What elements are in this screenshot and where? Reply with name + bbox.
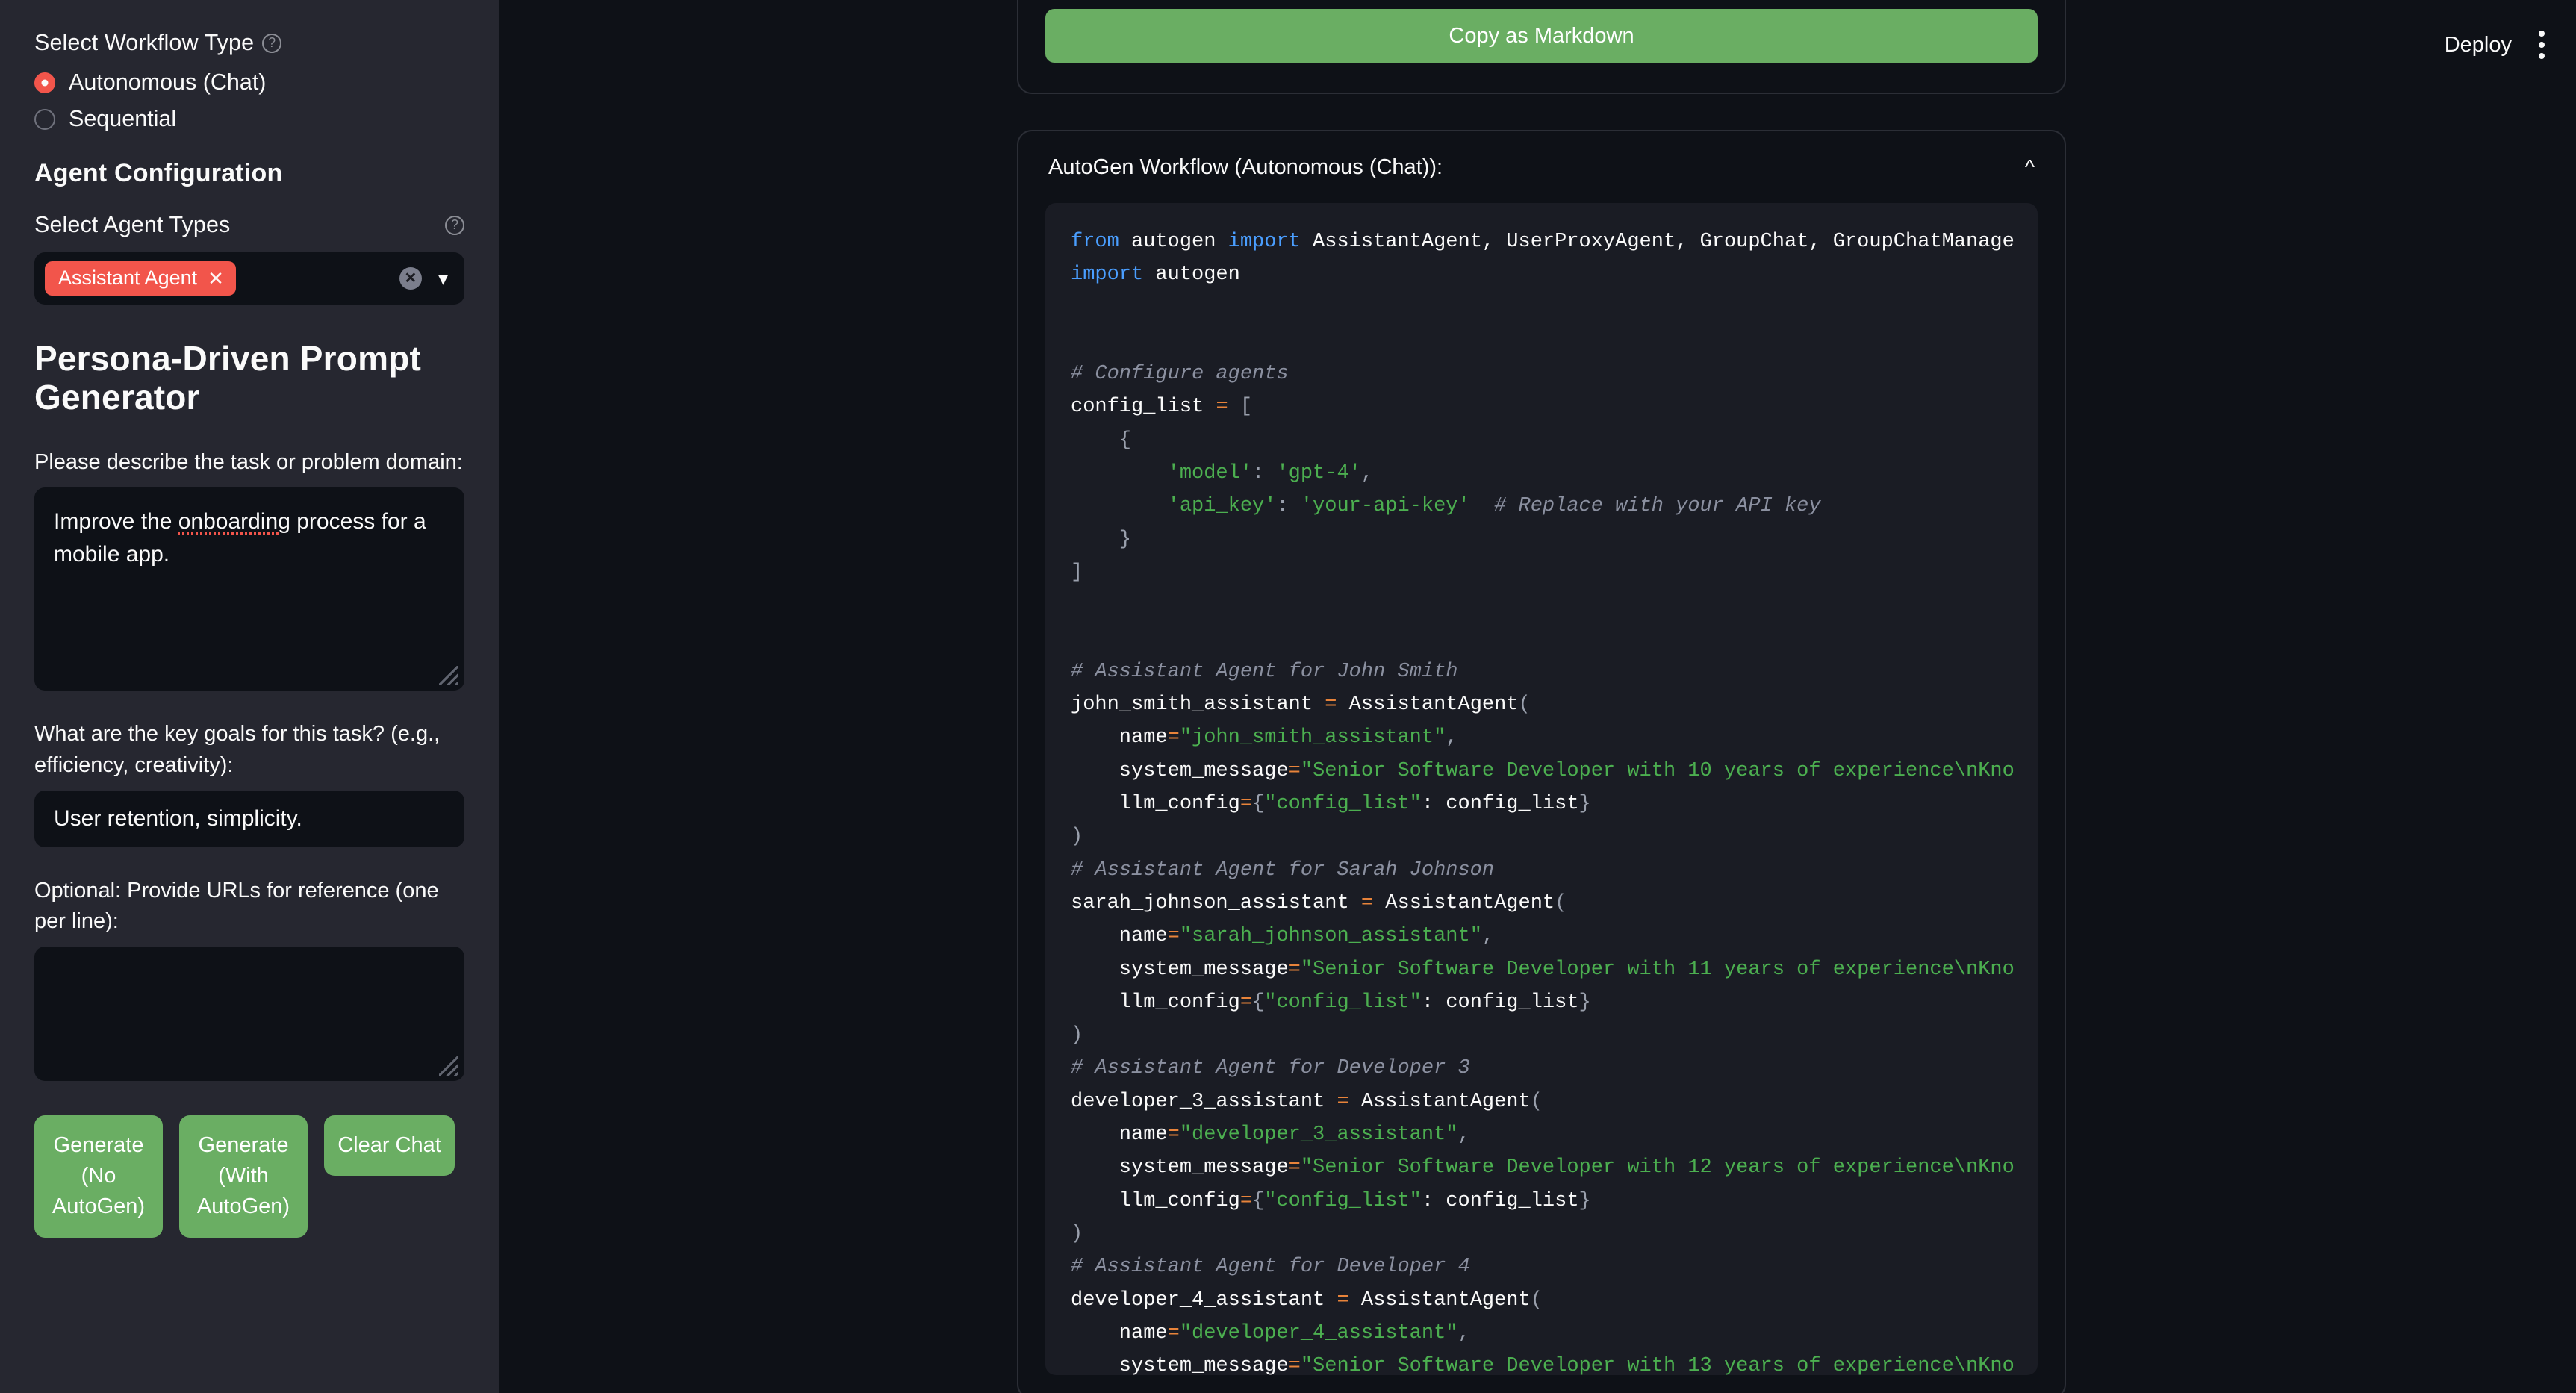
kebab-menu-icon[interactable] <box>2527 20 2557 69</box>
radio-option-sequential[interactable]: Sequential <box>34 106 464 132</box>
agent-types-multiselect[interactable]: Assistant Agent ✕ ✕ ▾ <box>34 252 464 305</box>
question-circle-icon[interactable]: ? <box>262 34 281 53</box>
spacer <box>34 847 464 876</box>
clear-chat-button[interactable]: Clear Chat <box>324 1115 455 1176</box>
urls-textarea[interactable] <box>34 947 464 1081</box>
radio-label-sequential: Sequential <box>69 106 176 132</box>
resize-handle[interactable] <box>439 666 458 685</box>
code-content: from autogen import AssistantAgent, User… <box>1071 225 2038 1375</box>
radio-label-autonomous: Autonomous (Chat) <box>69 69 266 96</box>
spacer <box>34 691 464 719</box>
autogen-workflow-card: AutoGen Workflow (Autonomous (Chat)): ^ … <box>1017 130 2066 1393</box>
task-textarea[interactable]: Improve the onboarding process for a mob… <box>34 487 464 691</box>
chevron-up-icon[interactable]: ^ <box>2025 157 2035 178</box>
generate-with-autogen-button[interactable]: Generate (With AutoGen) <box>179 1115 308 1238</box>
resize-handle[interactable] <box>439 1056 458 1076</box>
copy-markdown-card: Copy as Markdown <box>1017 0 2066 94</box>
copy-as-markdown-button[interactable]: Copy as Markdown <box>1045 9 2038 63</box>
generate-no-autogen-button[interactable]: Generate (No AutoGen) <box>34 1115 163 1238</box>
autogen-workflow-header[interactable]: AutoGen Workflow (Autonomous (Chat)): ^ <box>1045 131 2038 203</box>
page-title: Persona-Driven Prompt Generator <box>34 339 464 418</box>
clear-circle-icon[interactable]: ✕ <box>399 267 422 290</box>
action-buttons-row: Generate (No AutoGen) Generate (With Aut… <box>34 1115 464 1238</box>
radio-dot-selected-icon[interactable] <box>34 72 55 93</box>
content-column: Copy as Markdown AutoGen Workflow (Auton… <box>1017 0 2066 1393</box>
workflow-type-label: Select Workflow Type <box>34 27 254 59</box>
radio-option-autonomous[interactable]: Autonomous (Chat) <box>34 69 464 96</box>
task-textarea-misspelled-word: onboarding <box>178 509 290 534</box>
question-circle-icon[interactable]: ? <box>445 216 464 235</box>
goals-input-value: User retention, simplicity. <box>54 806 302 832</box>
deploy-button[interactable]: Deploy <box>2430 22 2527 68</box>
top-toolbar: Deploy <box>2430 0 2576 90</box>
agent-types-label-row: Select Agent Types ? <box>34 209 464 241</box>
chevron-down-icon[interactable]: ▾ <box>438 269 448 288</box>
workflow-type-radio-group[interactable]: Autonomous (Chat) Sequential <box>34 69 464 132</box>
agent-type-chip[interactable]: Assistant Agent ✕ <box>45 261 236 296</box>
task-field-label: Please describe the task or problem doma… <box>34 447 464 479</box>
code-block[interactable]: from autogen import AssistantAgent, User… <box>1045 203 2038 1375</box>
agent-type-chip-label: Assistant Agent <box>58 267 197 290</box>
task-textarea-value-prefix: Improve the <box>54 509 178 534</box>
autogen-workflow-title: AutoGen Workflow (Autonomous (Chat)): <box>1048 155 1443 180</box>
agent-configuration-heading: Agent Configuration <box>34 159 464 188</box>
multiselect-controls: ✕ ▾ <box>399 267 452 290</box>
goals-input[interactable]: User retention, simplicity. <box>34 791 464 847</box>
goals-field-label: What are the key goals for this task? (e… <box>34 719 464 782</box>
radio-dot-unselected-icon[interactable] <box>34 109 55 130</box>
close-x-icon[interactable]: ✕ <box>208 269 224 288</box>
sidebar: Select Workflow Type ? Autonomous (Chat)… <box>0 0 500 1393</box>
app-root: Select Workflow Type ? Autonomous (Chat)… <box>0 0 2576 1393</box>
main-content: Deploy Copy as Markdown AutoGen Workflow… <box>500 0 2576 1393</box>
urls-field-label: Optional: Provide URLs for reference (on… <box>34 876 464 938</box>
agent-types-label: Select Agent Types <box>34 209 230 241</box>
workflow-type-label-row: Select Workflow Type ? <box>34 27 464 59</box>
